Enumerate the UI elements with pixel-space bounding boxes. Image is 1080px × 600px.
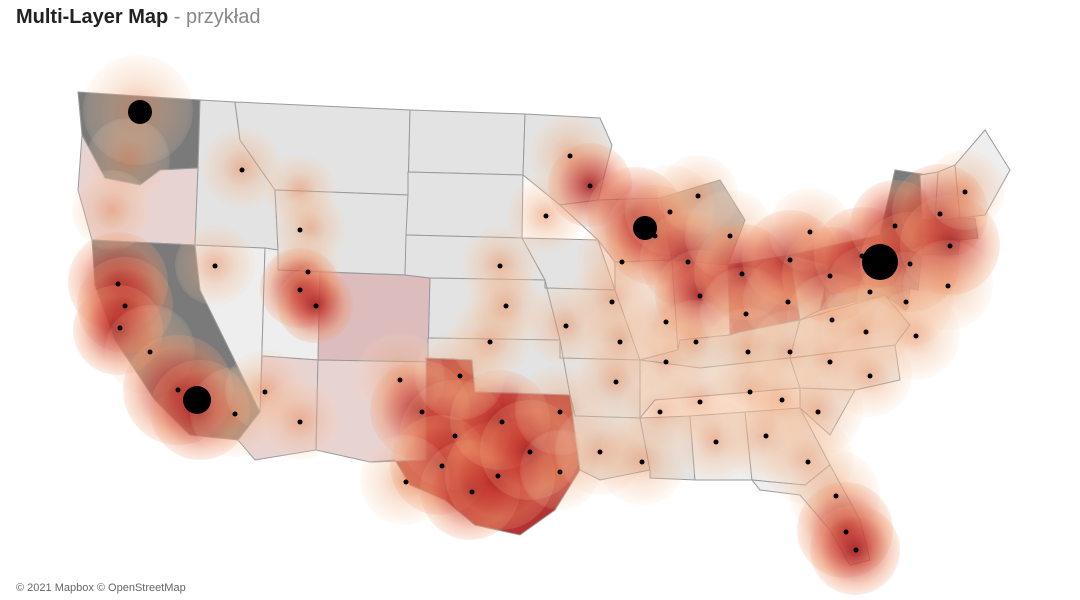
- state-ME[interactable]: [955, 130, 1010, 218]
- state-RI[interactable]: [948, 238, 960, 255]
- us-map-svg: [0, 40, 1080, 580]
- state-NM[interactable]: [316, 360, 428, 462]
- state-AL[interactable]: [690, 412, 752, 480]
- map-attribution: © 2021 Mapbox © OpenStreetMap: [16, 582, 186, 594]
- state-CO[interactable]: [318, 272, 430, 362]
- state-WY[interactable]: [275, 190, 408, 275]
- title-sub: - przykład: [168, 6, 260, 28]
- title-main: Multi-Layer Map: [16, 6, 168, 28]
- state-choropleth-layer: [78, 92, 1010, 565]
- map-container[interactable]: [0, 40, 1080, 580]
- state-TN[interactable]: [640, 358, 800, 418]
- state-MI[interactable]: [660, 180, 745, 265]
- state-SD[interactable]: [406, 172, 523, 238]
- page-title: Multi-Layer Map - przykład: [16, 6, 261, 29]
- state-MN[interactable]: [523, 114, 612, 205]
